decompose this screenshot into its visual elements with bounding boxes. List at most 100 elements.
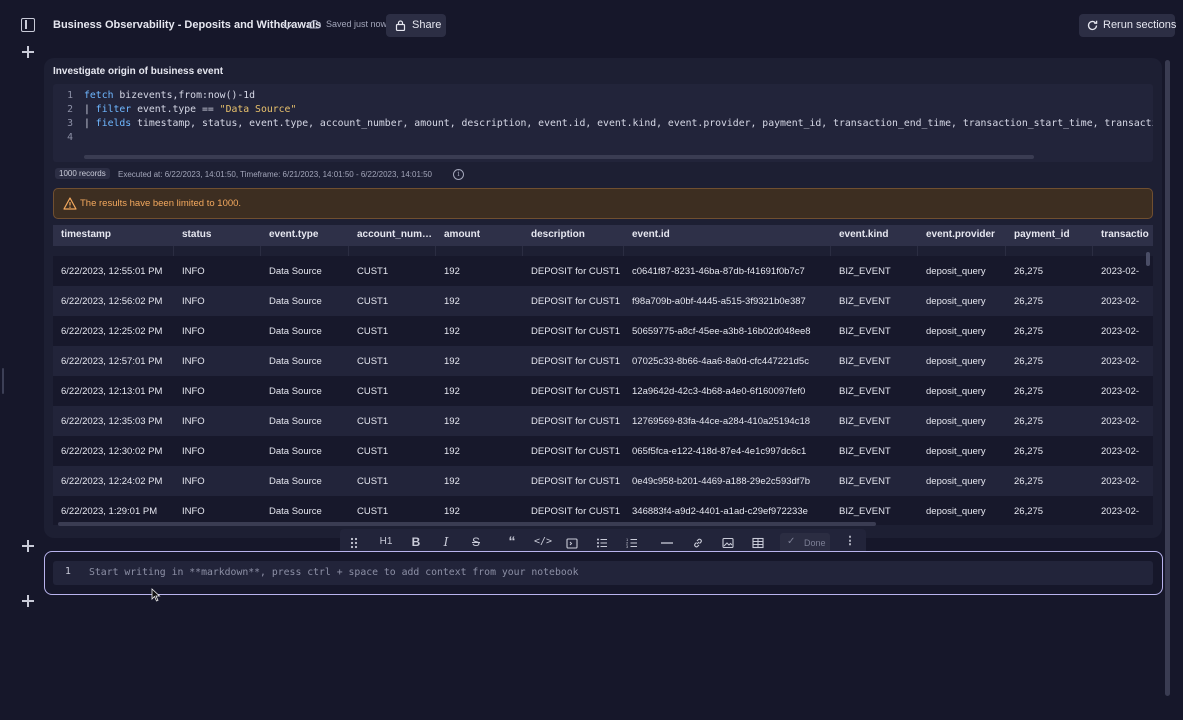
bold-button[interactable]: B xyxy=(408,535,424,549)
table-cell: 192 xyxy=(444,476,460,487)
mouse-cursor-icon xyxy=(151,588,161,602)
column-header[interactable]: payment_id xyxy=(1014,229,1096,240)
rerun-label: Rerun sections xyxy=(1103,19,1177,31)
sidebar-toggle-icon[interactable] xyxy=(21,18,35,32)
table-row[interactable]: 6/22/2023, 12:30:02 PM INFO Data Source CUS… xyxy=(53,436,1153,466)
table-cell: INFO xyxy=(182,266,205,277)
table-cell: DEPOSIT for CUST1 xyxy=(531,386,621,397)
column-header[interactable]: event.kind xyxy=(839,229,921,240)
table-cell: INFO xyxy=(182,506,205,517)
table-cell: 26,275 xyxy=(1014,356,1044,367)
table-icon[interactable] xyxy=(752,537,764,549)
table-cell: BIZ_EVENT xyxy=(839,446,891,457)
column-header[interactable]: event.provider xyxy=(926,229,1008,240)
section-title[interactable]: Investigate origin of business event xyxy=(53,66,223,77)
left-edge-handle[interactable] xyxy=(2,368,4,394)
image-icon[interactable] xyxy=(722,537,734,549)
italic-button[interactable]: I xyxy=(438,535,454,549)
code-token: | xyxy=(84,118,96,129)
share-button[interactable]: Share xyxy=(386,14,446,37)
markdown-editor[interactable]: 1 Start writing in **markdown**, press c… xyxy=(53,561,1153,585)
markdown-line-number: 1 xyxy=(65,566,71,577)
table-cell: Data Source xyxy=(269,506,322,517)
code-keyword: fetch xyxy=(84,90,114,101)
inline-code-icon[interactable]: </> xyxy=(534,536,552,547)
table-cell: 2023-02- xyxy=(1101,296,1140,307)
results-table: 6/22/2023, 12:55:01 PM INFO Data Source CUS… xyxy=(53,225,1153,525)
strikethrough-button[interactable]: S xyxy=(468,535,484,549)
lock-icon xyxy=(395,20,406,31)
bullet-list-icon[interactable] xyxy=(596,537,608,549)
table-row[interactable]: 6/22/2023, 12:57:01 PM INFO Data Source CUS… xyxy=(53,346,1153,376)
svg-text:3: 3 xyxy=(626,544,629,549)
table-cell: DEPOSIT for CUST1 xyxy=(531,476,621,487)
table-cell: INFO xyxy=(182,356,205,367)
more-options-icon[interactable]: ⋮ xyxy=(842,534,858,547)
table-cell: Data Source xyxy=(269,356,322,367)
table-cell: BIZ_EVENT xyxy=(839,356,891,367)
table-row[interactable]: 6/22/2023, 12:13:01 PM INFO Data Source CUS… xyxy=(53,376,1153,406)
column-header[interactable]: description xyxy=(531,229,626,240)
column-header[interactable]: event.id xyxy=(632,229,832,240)
table-cell: INFO xyxy=(182,446,205,457)
code-token: bizevents,from:now()-1d xyxy=(113,90,256,101)
execution-info: Executed at: 6/22/2023, 14:01:50, Timefr… xyxy=(118,170,433,179)
info-icon[interactable]: i xyxy=(453,169,464,180)
table-row[interactable]: 6/22/2023, 12:25:02 PM INFO Data Source CUS… xyxy=(53,316,1153,346)
column-header[interactable]: transactio xyxy=(1101,229,1153,240)
column-header[interactable]: timestamp xyxy=(61,229,176,240)
drag-handle-icon[interactable] xyxy=(348,537,360,549)
table-cell: 6/22/2023, 12:35:03 PM xyxy=(61,416,163,427)
dql-code-editor[interactable]: 1 fetch bizevents,from:now()-1d 2 | filter … xyxy=(53,84,1153,162)
column-header[interactable]: amount xyxy=(444,229,526,240)
records-count-badge: 1000 records xyxy=(55,168,110,179)
table-row[interactable]: 6/22/2023, 12:24:02 PM INFO Data Source CUS… xyxy=(53,466,1153,496)
table-row[interactable]: 6/22/2023, 1:29:01 PM INFO Data Source CUST… xyxy=(53,496,1153,525)
table-cell: 346883f4-a9d2-4401-a1ad-c29ef972233e xyxy=(632,506,808,517)
table-cell: deposit_query xyxy=(926,356,986,367)
numbered-list-icon[interactable]: 1 2 3 xyxy=(626,537,638,549)
table-cell: 0e49c958-b201-4469-a188-29e2c593df7b xyxy=(632,476,811,487)
table-cell: f98a709b-a0bf-4445-a515-3f9321b0e387 xyxy=(632,296,806,307)
add-section-top-icon[interactable] xyxy=(21,45,35,59)
rerun-sections-button[interactable]: Rerun sections xyxy=(1079,14,1177,37)
code-keyword: fields xyxy=(95,118,132,129)
table-cell: Data Source xyxy=(269,266,322,277)
link-icon[interactable] xyxy=(692,537,704,549)
column-header[interactable]: event.type xyxy=(269,229,351,240)
code-string: "Data Source" xyxy=(219,104,297,115)
column-header[interactable]: account_num… xyxy=(357,229,439,240)
add-section-middle-icon[interactable] xyxy=(21,539,35,553)
table-cell: 26,275 xyxy=(1014,386,1044,397)
table-row[interactable]: 6/22/2023, 12:56:02 PM INFO Data Source CUS… xyxy=(53,286,1153,316)
code-token: | xyxy=(84,104,96,115)
heading-button[interactable]: H1 xyxy=(378,536,394,547)
table-cell: deposit_query xyxy=(926,416,986,427)
table-cell: 6/22/2023, 12:57:01 PM xyxy=(61,356,163,367)
code-block-icon[interactable] xyxy=(566,537,578,549)
code-line-number: 4 xyxy=(67,132,73,143)
table-cell: 6/22/2023, 12:56:02 PM xyxy=(61,296,163,307)
table-cell: 12a9642d-42c3-4b68-a4e0-6f160097fef0 xyxy=(632,386,806,397)
code-keyword: filter xyxy=(95,104,132,115)
table-horizontal-scrollbar[interactable] xyxy=(58,522,876,526)
table-vertical-scrollbar[interactable] xyxy=(1146,252,1150,266)
notebook-title[interactable]: Business Observability - Deposits and Wi… xyxy=(53,19,321,31)
table-cell: 192 xyxy=(444,296,460,307)
quote-icon[interactable]: “ xyxy=(504,533,520,549)
editor-horizontal-scrollbar[interactable] xyxy=(84,155,1034,159)
done-button[interactable]: ✓ Done xyxy=(780,533,830,553)
table-cell: CUST1 xyxy=(357,476,389,487)
table-row[interactable]: 6/22/2023, 12:35:03 PM INFO Data Source CUS… xyxy=(53,406,1153,436)
code-text: | filter event.type == "Data Source" xyxy=(84,103,296,117)
share-label: Share xyxy=(412,19,442,31)
table-row[interactable]: 6/22/2023, 12:55:01 PM INFO Data Source CUS… xyxy=(53,256,1153,286)
add-section-bottom-icon[interactable] xyxy=(21,594,35,608)
markdown-placeholder: Start writing in **markdown**, press ctr… xyxy=(89,567,579,578)
page-scrollbar[interactable] xyxy=(1165,60,1170,696)
table-cell: 6/22/2023, 12:13:01 PM xyxy=(61,386,163,397)
top-bar: Business Observability - Deposits and Wi… xyxy=(0,0,1183,52)
column-header[interactable]: status xyxy=(182,229,262,240)
horizontal-rule-icon[interactable] xyxy=(660,537,674,549)
table-cell: 065f5fca-e122-418d-87e4-4e1c997dc6c1 xyxy=(632,446,807,457)
